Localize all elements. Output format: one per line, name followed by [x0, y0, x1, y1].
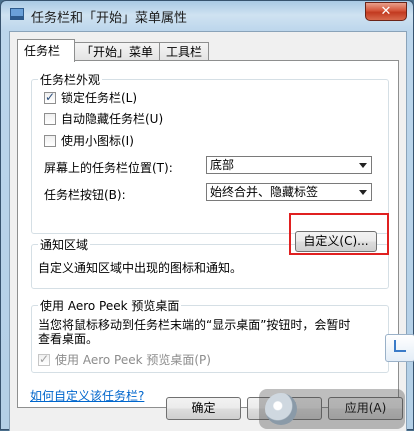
notification-description: 自定义通知区域中出现的图标和通知。	[38, 261, 243, 275]
buttons-select[interactable]: 始终合并、隐藏标签	[206, 183, 372, 201]
notification-group-title: 通知区域	[38, 236, 91, 253]
lock-taskbar-checkbox[interactable]	[44, 90, 56, 104]
tab-toolbars[interactable]: 工具栏	[159, 42, 209, 61]
aero-peek-description-line2: 查看桌面。	[38, 332, 99, 346]
buttons-label: 任务栏按钮(B):	[44, 188, 126, 202]
lock-taskbar-option[interactable]: 锁定任务栏(L)	[44, 89, 137, 105]
aero-peek-option[interactable]: 使用 Aero Peek 预览桌面(P)	[38, 351, 211, 367]
title-bar[interactable]: 任务栏和「开始」菜单属性 ✕	[1, 1, 413, 29]
small-icons-option[interactable]: 使用小图标(I)	[44, 132, 134, 148]
properties-window: 任务栏和「开始」菜单属性 ✕ 任务栏 「开始」菜单 工具栏 任务栏外观 锁定任务…	[0, 0, 414, 431]
autohide-label: 自动隐藏任务栏(U)	[61, 112, 164, 126]
autohide-checkbox[interactable]	[44, 113, 56, 125]
aero-peek-checkbox[interactable]	[38, 352, 50, 366]
location-select[interactable]: 底部	[206, 156, 372, 174]
small-icons-checkbox[interactable]	[44, 135, 56, 147]
watermark-logo-icon	[265, 393, 297, 425]
chevron-down-icon	[359, 190, 367, 195]
location-label: 屏幕上的任务栏位置(T):	[44, 161, 173, 175]
highlight-annotation	[289, 213, 389, 255]
screenshot-tool-widget[interactable]	[385, 334, 414, 362]
autohide-option[interactable]: 自动隐藏任务栏(U)	[44, 110, 163, 126]
buttons-value: 始终合并、隐藏标签	[210, 185, 319, 199]
help-link[interactable]: 如何自定义该任务栏?	[30, 387, 144, 404]
appearance-group-title: 任务栏外观	[38, 71, 103, 88]
aero-peek-label: 使用 Aero Peek 预览桌面(P)	[55, 353, 211, 367]
close-button[interactable]: ✕	[365, 2, 407, 21]
expand-icon	[394, 340, 406, 352]
location-value: 底部	[210, 158, 235, 172]
tab-start-menu[interactable]: 「开始」菜单	[74, 42, 160, 61]
taskbar-icon	[10, 8, 24, 20]
chevron-down-icon	[359, 163, 367, 168]
small-icons-label: 使用小图标(I)	[61, 134, 134, 148]
aero-peek-group-title: 使用 Aero Peek 预览桌面	[38, 297, 182, 314]
lock-taskbar-label: 锁定任务栏(L)	[61, 91, 138, 105]
ok-button[interactable]: 确定	[166, 397, 241, 420]
window-title: 任务栏和「开始」菜单属性	[31, 11, 188, 26]
appearance-group: 任务栏外观 锁定任务栏(L) 自动隐藏任务栏(U) 使用小图标(I) 屏幕上的任…	[31, 71, 389, 234]
tab-taskbar[interactable]: 任务栏	[17, 39, 75, 62]
aero-peek-group: 使用 Aero Peek 预览桌面 当您将鼠标移动到任务栏末端的“显示桌面”按钮…	[31, 297, 389, 373]
